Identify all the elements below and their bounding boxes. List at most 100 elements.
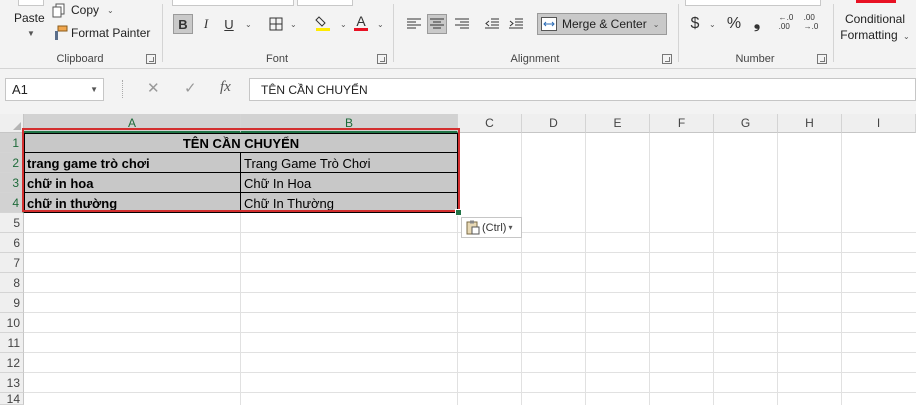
number-format-box-edge [685, 0, 821, 6]
conditional-formatting-icon [856, 0, 896, 3]
font-size-box-edge [297, 0, 353, 6]
row-header-14[interactable]: 14 [0, 392, 24, 406]
align-left-button[interactable] [404, 14, 424, 34]
increase-indent-button[interactable] [506, 14, 526, 34]
gridline [521, 133, 522, 405]
column-header-e[interactable]: E [586, 114, 650, 133]
clipboard-group-label: Clipboard [56, 53, 104, 65]
row-header-5[interactable]: 5 [0, 213, 24, 233]
styles-group: Conditional Formatting ⌄ [834, 0, 916, 68]
format-painter-button[interactable]: Format Painter [52, 25, 150, 41]
enter-icon[interactable]: ✓ [184, 79, 197, 97]
cancel-icon[interactable]: ✕ [147, 79, 160, 97]
increase-decimal-button[interactable]: ←.0 .00 [776, 12, 796, 32]
number-group: $ ⌄ % ❟ ←.0 .00 .00 →.0 Number [679, 0, 831, 68]
insert-function-icon[interactable]: fx [220, 79, 231, 96]
fill-color-icon [315, 16, 330, 31]
percent-button[interactable]: % [724, 14, 744, 34]
name-box-dropdown-icon[interactable]: ▼ [90, 85, 98, 94]
bold-button[interactable]: B [173, 14, 193, 34]
currency-dropdown-icon[interactable]: ⌄ [709, 20, 716, 29]
conditional-formatting-button[interactable]: Conditional Formatting ⌄ [834, 11, 916, 45]
increase-indent-icon [509, 18, 523, 29]
clipboard-icon [466, 220, 480, 235]
fill-color-button[interactable] [313, 13, 333, 33]
row-header-2[interactable]: 2 [0, 153, 24, 173]
format-painter-label: Format Painter [71, 26, 151, 40]
merge-center-dropdown-icon[interactable]: ⌄ [653, 20, 660, 29]
borders-icon [269, 17, 283, 31]
formula-bar-grip[interactable] [122, 80, 127, 98]
row-header-12[interactable]: 12 [0, 353, 24, 373]
copy-dropdown-icon[interactable]: ⌄ [107, 6, 114, 15]
align-center-icon [430, 18, 444, 29]
borders-button[interactable] [266, 14, 286, 34]
font-name-box-edge [172, 0, 294, 6]
column-header-i[interactable]: I [842, 114, 916, 133]
merge-center-button[interactable]: Merge & Center ⌄ [537, 13, 667, 35]
row-header-3[interactable]: 3 [0, 173, 24, 193]
format-painter-icon [55, 25, 68, 40]
formula-input[interactable]: TÊN CẦN CHUYỂN [249, 78, 916, 101]
align-center-button[interactable] [427, 14, 447, 34]
row-header-7[interactable]: 7 [0, 253, 24, 273]
font-color-dropdown-icon[interactable]: ⌄ [377, 20, 384, 29]
decrease-indent-button[interactable] [482, 14, 502, 34]
paste-options-dropdown-icon: ▾ [508, 223, 513, 232]
column-header-c[interactable]: C [458, 114, 522, 133]
column-header-h[interactable]: H [778, 114, 842, 133]
copy-button[interactable]: Copy ⌄ [52, 2, 114, 18]
paste-options-button[interactable]: (Ctrl) ▾ [461, 217, 522, 238]
currency-button[interactable]: $ [685, 14, 705, 34]
alignment-group: Merge & Center ⌄ Alignment [394, 0, 676, 68]
gridline [24, 372, 916, 373]
comma-style-button[interactable]: ❟ [747, 14, 767, 34]
paste-button[interactable]: Paste [14, 11, 45, 25]
row-header-8[interactable]: 8 [0, 273, 24, 293]
formula-content: TÊN CẦN CHUYỂN [261, 83, 368, 97]
gridline [24, 352, 916, 353]
row-header-1[interactable]: 1 [0, 133, 24, 153]
fill-color-dropdown-icon[interactable]: ⌄ [340, 20, 347, 29]
merge-center-icon [541, 17, 557, 31]
column-header-f[interactable]: F [650, 114, 714, 133]
decrease-decimal-button[interactable]: .00 →.0 [801, 12, 821, 32]
font-color-button[interactable]: A [351, 12, 371, 32]
gridline [24, 332, 916, 333]
alignment-launcher-icon[interactable] [662, 54, 672, 64]
ribbon: Paste ▼ Copy ⌄ Format Painter Clipboard … [0, 0, 916, 69]
underline-dropdown-icon[interactable]: ⌄ [245, 20, 252, 29]
gridline [841, 133, 842, 405]
borders-dropdown-icon[interactable]: ⌄ [290, 20, 297, 29]
row-header-6[interactable]: 6 [0, 233, 24, 253]
row-header-10[interactable]: 10 [0, 313, 24, 333]
align-right-button[interactable] [452, 14, 472, 34]
paste-dropdown-icon[interactable]: ▼ [27, 29, 35, 38]
fill-handle[interactable] [455, 209, 462, 216]
font-launcher-icon[interactable] [377, 54, 387, 64]
gridline [585, 133, 586, 405]
row-header-4[interactable]: 4 [0, 193, 24, 213]
conditional-formatting-label-line2: Formatting ⌄ [840, 28, 910, 42]
gridline [649, 133, 650, 405]
paste-label: Paste [14, 11, 45, 25]
clipboard-group: Paste ▼ Copy ⌄ Format Painter Clipboard [0, 0, 160, 68]
row-header-11[interactable]: 11 [0, 333, 24, 353]
name-box[interactable]: A1 ▼ [5, 78, 104, 101]
row-header-13[interactable]: 13 [0, 373, 24, 393]
number-group-label: Number [735, 53, 775, 65]
column-header-d[interactable]: D [522, 114, 586, 133]
column-header-g[interactable]: G [714, 114, 778, 133]
paste-icon-top [18, 0, 44, 6]
clipboard-launcher-icon[interactable] [146, 54, 156, 64]
font-group: B I U ⌄ ⌄ ⌄ A ⌄ Font [163, 0, 391, 68]
underline-button[interactable]: U [219, 14, 239, 34]
copy-label: Copy [71, 3, 100, 17]
number-launcher-icon[interactable] [817, 54, 827, 64]
gridline [24, 292, 916, 293]
font-color-icon: A [356, 12, 366, 29]
select-all-button[interactable] [0, 114, 24, 133]
row-header-9[interactable]: 9 [0, 293, 24, 313]
selection-highlight [22, 128, 460, 212]
italic-button[interactable]: I [196, 14, 216, 34]
